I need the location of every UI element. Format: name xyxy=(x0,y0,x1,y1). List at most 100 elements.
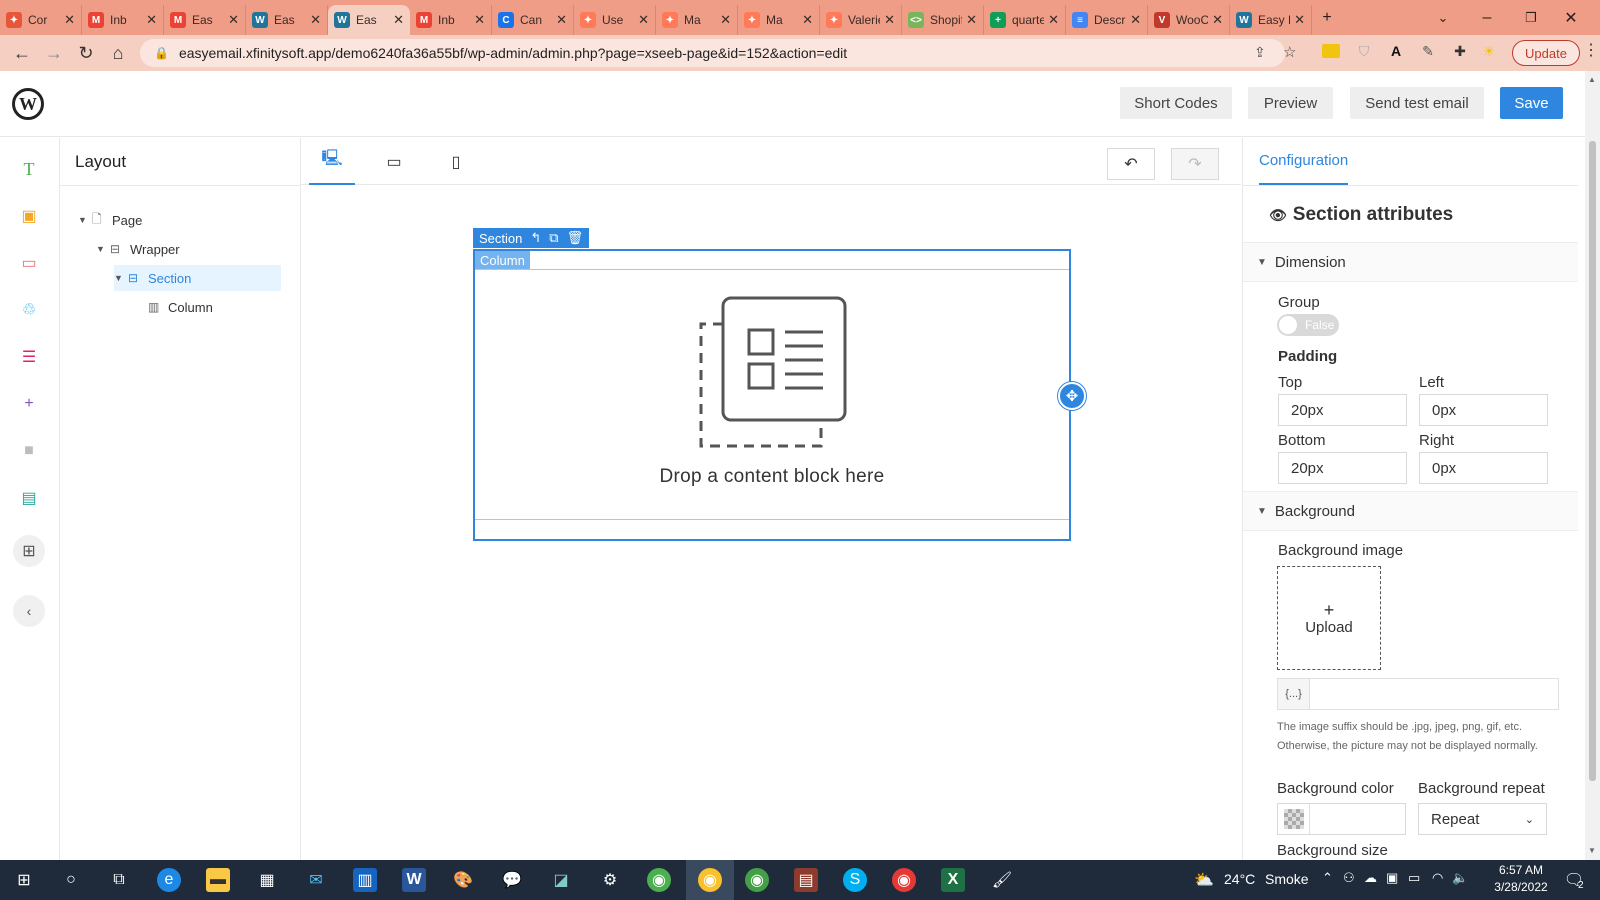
minimize-icon[interactable]: – xyxy=(1472,0,1502,35)
tab-close-icon[interactable]: ✕ xyxy=(64,12,75,28)
color-swatch[interactable] xyxy=(1278,804,1310,834)
button-block-icon[interactable]: ▭ xyxy=(18,252,40,274)
tray-display-icon[interactable]: ▣ xyxy=(1386,870,1398,886)
padding-bottom-input[interactable]: 20px xyxy=(1278,452,1407,484)
list-block-icon[interactable]: ☰ xyxy=(18,346,40,368)
excel-icon[interactable]: X xyxy=(941,868,965,892)
tab-close-icon[interactable]: ✕ xyxy=(966,12,977,28)
tray-chevron-icon[interactable]: ⌃ xyxy=(1322,870,1333,886)
send-test-email-button[interactable]: Send test email xyxy=(1350,87,1484,119)
collapse-rail-icon[interactable]: ‹ xyxy=(13,595,45,627)
tab-close-icon[interactable]: ✕ xyxy=(474,12,485,28)
save-button[interactable]: Save xyxy=(1500,87,1563,119)
caret-down-icon[interactable]: ▼ xyxy=(78,215,92,225)
winrar-icon[interactable]: ▤ xyxy=(794,868,818,892)
padding-left-input[interactable]: 0px xyxy=(1419,394,1548,426)
word-icon[interactable]: W xyxy=(402,868,426,892)
redo-button[interactable]: ↷ xyxy=(1171,148,1219,180)
browser-tab[interactable]: W Easy Em ✕ xyxy=(1230,5,1312,35)
bookmark-star-icon[interactable]: ☆ xyxy=(1283,43,1296,61)
background-repeat-select[interactable]: Repeat ⌄ xyxy=(1418,803,1547,835)
skype-icon[interactable]: S xyxy=(843,868,867,892)
tab-close-icon[interactable]: ✕ xyxy=(638,12,649,28)
battery-icon[interactable]: ▭ xyxy=(1408,870,1420,886)
update-button[interactable]: Update xyxy=(1512,40,1580,66)
tree-node-page[interactable]: ▼ 🗋 Page xyxy=(78,207,278,233)
browser-tab[interactable]: W Eas ✕ xyxy=(246,5,328,35)
eyedropper-extension-icon[interactable]: ✎ xyxy=(1418,41,1438,61)
home-icon[interactable]: ⌂ xyxy=(102,37,134,69)
browser-tab[interactable]: W Eas ✕ xyxy=(328,5,410,35)
tray-apps-icon[interactable]: ⚇ xyxy=(1343,870,1355,886)
divider-block-icon[interactable]: + xyxy=(18,393,40,415)
browser-menu-icon[interactable]: ⋮ xyxy=(1583,40,1599,60)
notes-icon[interactable]: ◪ xyxy=(549,868,573,892)
close-window-icon[interactable]: ✕ xyxy=(1556,0,1586,35)
section-block-icon[interactable]: ▤ xyxy=(18,487,40,509)
file-explorer-icon[interactable]: ▬ xyxy=(206,868,230,892)
browser-tab[interactable]: ✦ Use ✕ xyxy=(574,5,656,35)
group-toggle[interactable]: False xyxy=(1277,314,1339,336)
chrome-gmail-icon[interactable]: ◉ xyxy=(892,868,916,892)
shield-extension-icon[interactable]: ⛉ xyxy=(1354,41,1374,61)
background-collapse-header[interactable]: ▼ Background xyxy=(1243,491,1578,531)
browser-tab[interactable]: M Eas ✕ xyxy=(164,5,246,35)
browser-tab[interactable]: V WooCo ✕ xyxy=(1148,5,1230,35)
tree-node-wrapper[interactable]: ▼ ⊟ Wrapper xyxy=(96,236,296,262)
weather-text[interactable]: Smoke xyxy=(1265,871,1309,887)
tab-close-icon[interactable]: ✕ xyxy=(1212,12,1223,28)
padding-top-input[interactable]: 20px xyxy=(1278,394,1407,426)
chrome-icon[interactable]: ◉ xyxy=(698,868,722,892)
sun-extension-icon[interactable]: ☀ xyxy=(1479,41,1499,61)
spacer-block-icon[interactable]: ■ xyxy=(18,440,40,462)
new-tab-button[interactable]: + xyxy=(1312,0,1342,35)
scrollbar-thumb[interactable] xyxy=(1589,141,1596,781)
tab-close-icon[interactable]: ✕ xyxy=(1048,12,1059,28)
browser-tab[interactable]: ✦ Valerie ✕ xyxy=(820,5,902,35)
clock-date[interactable]: 3/28/2022 xyxy=(1486,880,1556,894)
caret-down-icon[interactable]: ▼ xyxy=(114,273,128,283)
text-block-icon[interactable]: T xyxy=(18,158,40,180)
extension-icon[interactable] xyxy=(1322,44,1340,58)
background-image-url-input[interactable]: {...} xyxy=(1277,678,1559,710)
copy-icon[interactable]: ⧉ xyxy=(549,230,558,246)
scroll-down-icon[interactable]: ▼ xyxy=(1588,846,1596,855)
chrome-alt-icon[interactable]: ◉ xyxy=(745,868,769,892)
task-view-icon[interactable]: ⧉ xyxy=(107,868,131,892)
tab-close-icon[interactable]: ✕ xyxy=(393,12,404,28)
wordpress-logo-icon[interactable]: W xyxy=(12,88,44,120)
share-icon[interactable]: ⇪ xyxy=(1254,44,1266,61)
padding-right-input[interactable]: 0px xyxy=(1419,452,1548,484)
tab-mobile-preview[interactable]: ▯ xyxy=(433,138,479,185)
browser-tab[interactable]: ≡ Descrip ✕ xyxy=(1066,5,1148,35)
weather-temp[interactable]: 24°C xyxy=(1224,871,1255,887)
tab-desktop-preview[interactable]: ▭ xyxy=(371,138,417,185)
background-color-input[interactable] xyxy=(1277,803,1406,835)
browser-tab[interactable]: + quarter ✕ xyxy=(984,5,1066,35)
tab-desktop-edit[interactable]: 🖳 xyxy=(309,138,355,185)
dimension-collapse-header[interactable]: ▼ Dimension xyxy=(1243,242,1578,282)
more-blocks-icon[interactable]: ⊞ xyxy=(13,535,45,567)
tab-close-icon[interactable]: ✕ xyxy=(720,12,731,28)
browser-tab[interactable]: <> Shopify ✕ xyxy=(902,5,984,35)
wifi-icon[interactable]: ◠ xyxy=(1432,870,1443,886)
scroll-up-icon[interactable]: ▲ xyxy=(1588,75,1596,84)
onedrive-icon[interactable]: ☁ xyxy=(1364,870,1377,886)
chrome-profile-icon[interactable]: ◉ xyxy=(647,868,671,892)
reload-icon[interactable]: ↻ xyxy=(70,37,102,69)
address-bar[interactable]: 🔒 easyemail.xfinitysoft.app/demo6240fa36… xyxy=(140,39,1285,67)
tab-close-icon[interactable]: ✕ xyxy=(884,12,895,28)
mail-icon[interactable]: ✉ xyxy=(304,868,328,892)
image-block-icon[interactable]: ▣ xyxy=(18,205,40,227)
tab-close-icon[interactable]: ✕ xyxy=(802,12,813,28)
tree-node-column[interactable]: ▥ Column xyxy=(148,294,288,320)
search-icon[interactable]: ○ xyxy=(59,868,83,892)
trello-icon[interactable]: ▥ xyxy=(353,868,377,892)
volume-icon[interactable]: 🔈 xyxy=(1452,870,1468,886)
settings-gear-icon[interactable]: ⚙ xyxy=(598,868,622,892)
column-tag[interactable]: Column xyxy=(475,251,530,269)
back-icon[interactable]: ← xyxy=(6,37,38,69)
tab-search-icon[interactable]: ⌄ xyxy=(1428,0,1458,35)
forward-icon[interactable]: → xyxy=(38,37,70,69)
browser-tab[interactable]: M Inb ✕ xyxy=(82,5,164,35)
